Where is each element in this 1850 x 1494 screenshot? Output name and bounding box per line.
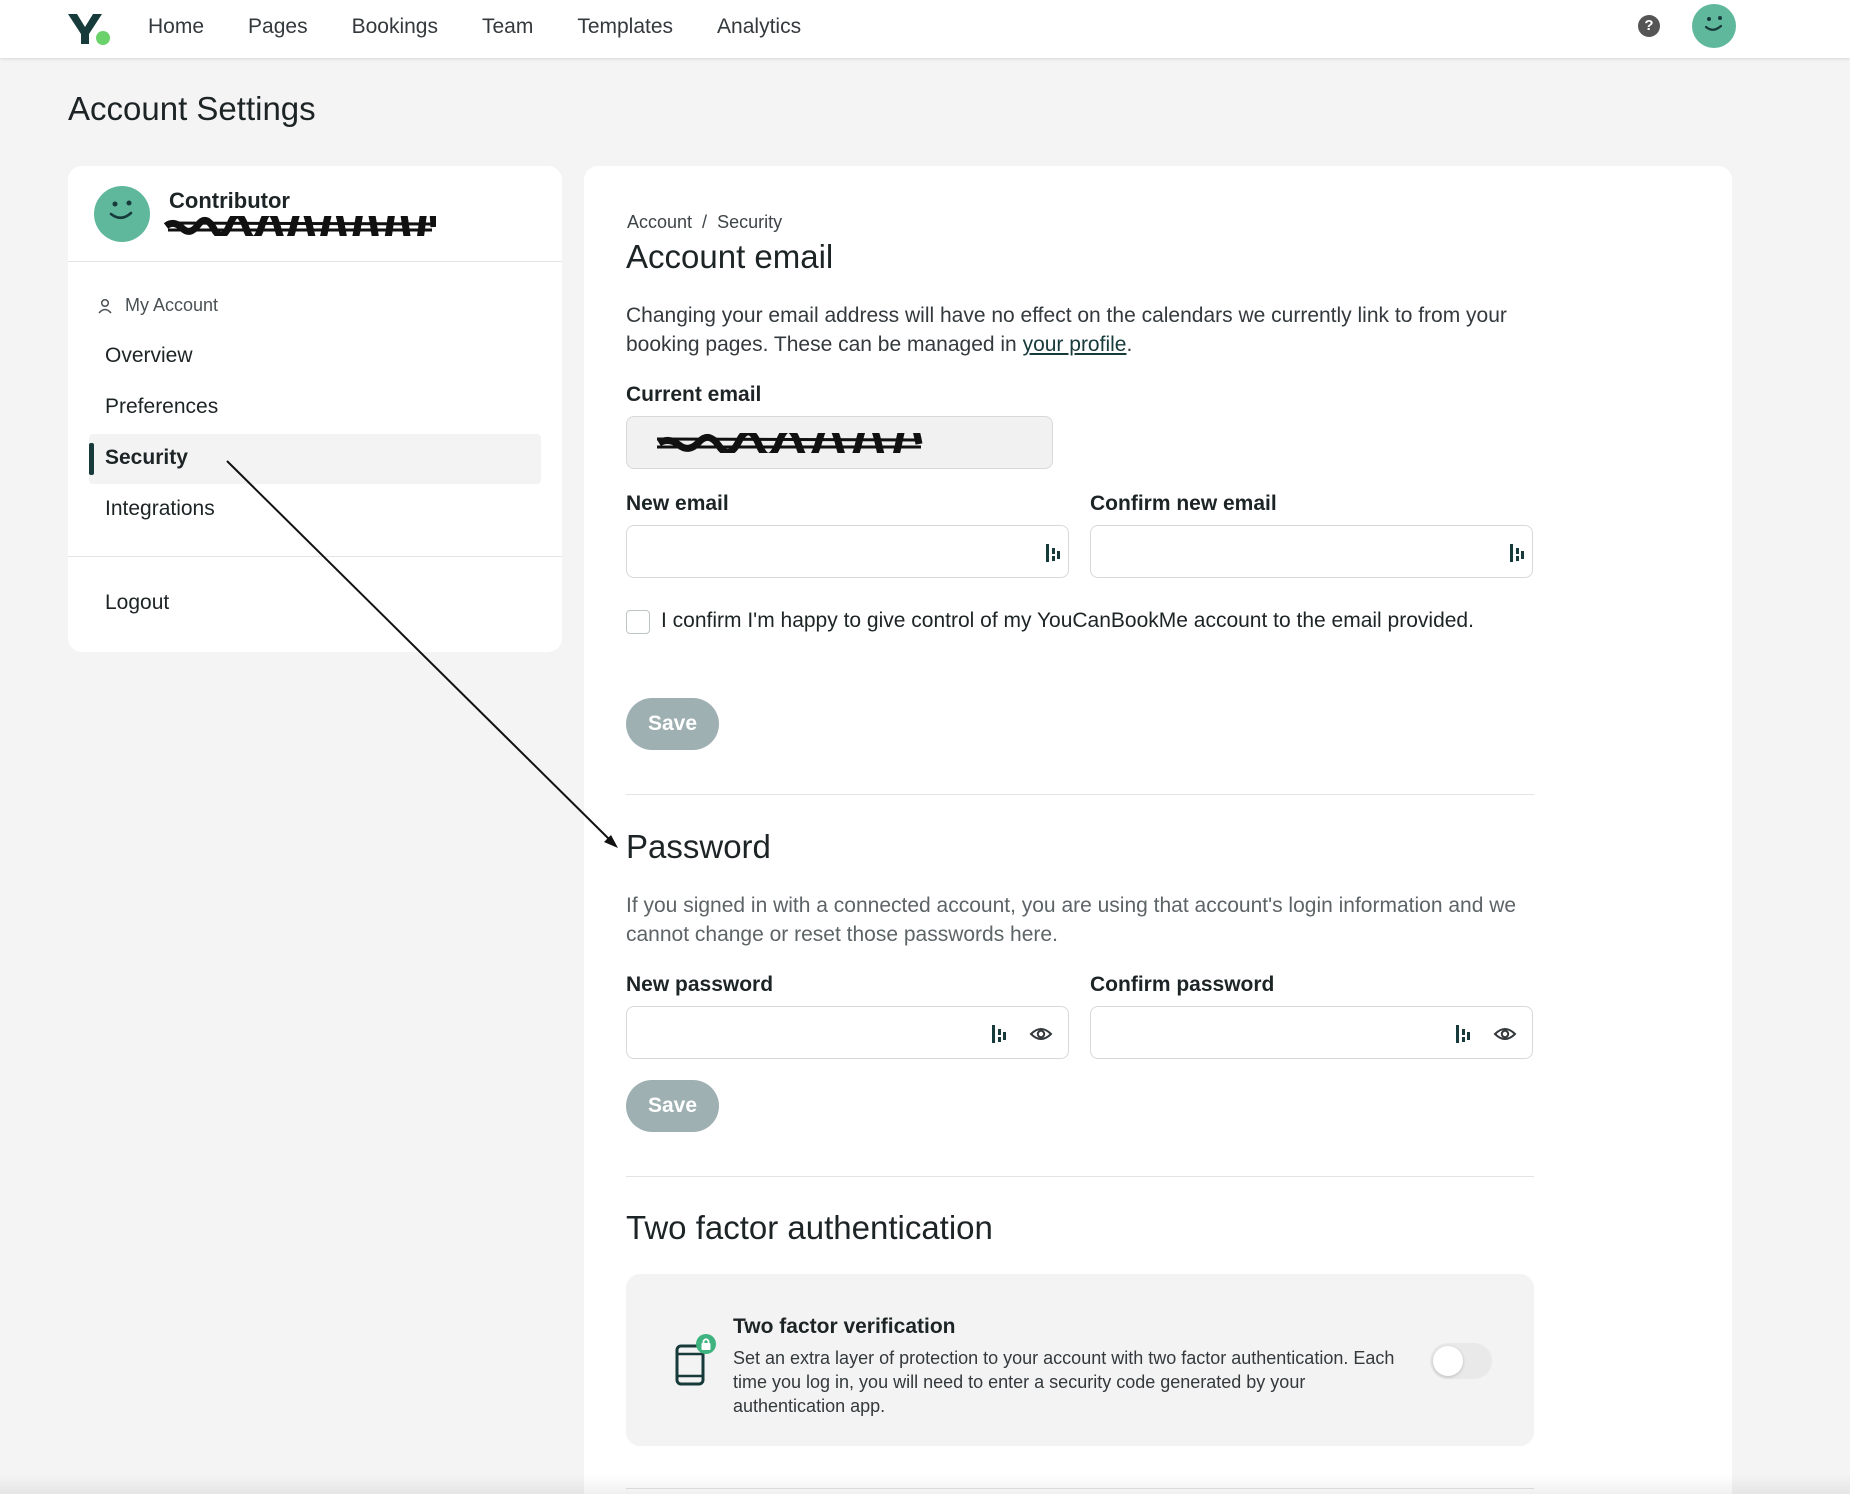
nav-bookings[interactable]: Bookings [352,15,438,39]
breadcrumb-separator: / [702,212,708,232]
password-manager-icon[interactable] [1509,542,1525,564]
nav-analytics[interactable]: Analytics [717,15,801,39]
two-factor-description: Set an extra layer of protection to your… [733,1348,1395,1416]
two-factor-title: Two factor verification [733,1315,956,1338]
logo-icon[interactable] [66,10,112,46]
toggle-knob [1433,1346,1463,1376]
password-description: If you signed in with a connected accoun… [626,894,1517,946]
new-email-label: New email [626,492,729,515]
two-factor-toggle[interactable] [1430,1343,1492,1379]
password-heading: Password [626,828,771,865]
main-panel: Account / Security Account email Changin… [584,166,1732,1494]
save-password-button[interactable]: Save [626,1080,719,1132]
sidebar-item-overview[interactable]: Overview [105,344,193,368]
confirm-control-label: I confirm I'm happy to give control of m… [661,609,1474,632]
breadcrumb: Account / Security [627,212,782,233]
breadcrumb-account[interactable]: Account [627,212,692,233]
two-factor-card: Two factor verification Set an extra lay… [626,1274,1534,1446]
current-email-field [626,416,1053,469]
account-email-heading: Account email [626,238,834,275]
logout-link[interactable]: Logout [105,591,169,615]
nav-pages[interactable]: Pages [248,15,308,39]
current-email-label: Current email [626,383,762,406]
password-manager-icon[interactable] [991,1023,1007,1045]
sidebar: Contributor My Account Overview Preferen… [68,166,562,652]
user-role: Contributor [169,188,290,213]
nav-templates[interactable]: Templates [577,15,673,39]
sidebar-item-integrations[interactable]: Integrations [105,497,215,521]
nav-links: Home Pages Bookings Team Templates Analy… [148,0,801,54]
confirm-email-label: Confirm new email [1090,492,1277,515]
new-email-field[interactable] [626,525,1069,578]
sidebar-item-security[interactable]: Security [105,446,188,470]
active-item-indicator [89,443,94,475]
avatar-icon [94,186,150,242]
email-description: Changing your email address will have no… [626,301,1546,359]
nav-home[interactable]: Home [148,15,204,39]
your-profile-link[interactable]: your profile [1023,333,1127,356]
two-factor-heading: Two factor authentication [626,1209,993,1246]
new-password-field[interactable] [626,1006,1069,1059]
redacted-email [656,433,923,453]
sidebar-item-preferences[interactable]: Preferences [105,395,218,419]
my-account-section: My Account [97,295,218,316]
help-icon[interactable]: ? [1638,15,1660,37]
breadcrumb-security: Security [717,212,783,232]
save-email-button[interactable]: Save [626,698,719,750]
eye-icon[interactable] [1029,1023,1053,1045]
confirm-password-field[interactable] [1090,1006,1533,1059]
divider [68,261,562,262]
eye-icon[interactable] [1493,1023,1517,1045]
top-nav: Home Pages Bookings Team Templates Analy… [0,0,1850,58]
password-manager-icon[interactable] [1455,1023,1471,1045]
divider [626,1176,1534,1177]
divider [626,794,1534,795]
password-manager-icon[interactable] [1045,542,1061,564]
section-label: My Account [125,295,219,315]
confirm-control-checkbox[interactable] [626,610,650,634]
avatar-icon[interactable] [1692,4,1736,48]
user-icon [98,298,112,314]
divider [68,556,562,557]
confirm-email-field[interactable] [1090,525,1533,578]
bottom-shadow [0,1474,1850,1494]
email-desc-end: . [1126,333,1133,356]
redacted-email [164,216,436,236]
nav-team[interactable]: Team [482,15,533,39]
new-password-label: New password [626,973,774,996]
confirm-password-label: Confirm password [1090,973,1275,996]
phone-lock-icon [675,1334,716,1386]
page-title: Account Settings [68,90,316,127]
